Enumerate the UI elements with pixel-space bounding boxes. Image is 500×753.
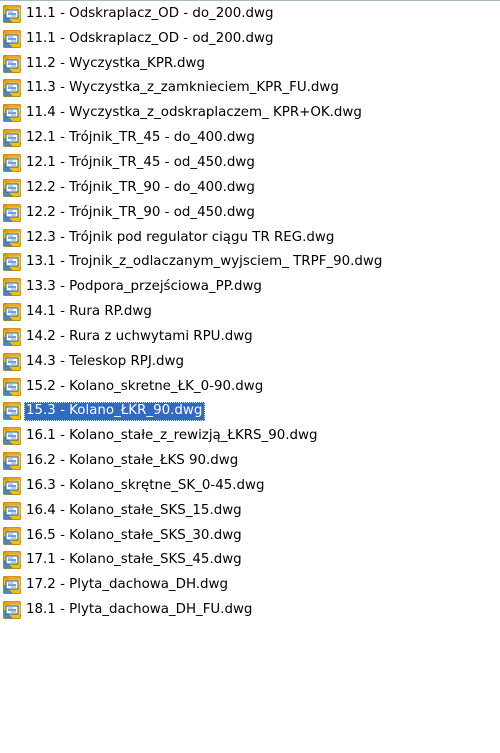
file-list-item[interactable]: 16.3 - Kolano_skrętne_SK_0-45.dwg xyxy=(0,474,500,499)
dwg-file-icon xyxy=(3,601,22,620)
file-name: 17.2 - Plyta_dachowa_DH.dwg xyxy=(26,577,228,593)
file-list-item[interactable]: 17.1 - Kolano_stałe_SKS_45.dwg xyxy=(0,549,500,574)
file-name: 14.1 - Rura RP.dwg xyxy=(26,304,152,320)
dwg-file-icon xyxy=(3,303,22,322)
dwg-file-icon xyxy=(3,129,22,148)
file-name: 13.3 - Podpora_przejściowa_PP.dwg xyxy=(26,279,262,295)
file-list-item[interactable]: 13.3 - Podpora_przejściowa_PP.dwg xyxy=(0,275,500,300)
file-name: 11.2 - Wyczystka_KPR.dwg xyxy=(26,55,205,71)
dwg-file-icon xyxy=(3,501,22,521)
file-name: 11.1 - Odskraplacz_OD - od_200.dwg xyxy=(26,30,274,46)
file-name: 16.4 - Kolano_stałe_SKS_15.dwg xyxy=(26,502,242,518)
file-list-item[interactable]: 11.3 - Wyczystka_z_zamknieciem_KPR_FU.dw… xyxy=(0,77,500,102)
dwg-file-icon xyxy=(3,576,22,595)
file-name: 16.1 - Kolano_stałe_z_rewizją_ŁKRS_90.dw… xyxy=(26,428,318,444)
file-list-item[interactable]: 11.1 - Odskraplacz_OD - od_200.dwg xyxy=(0,27,500,52)
dwg-file-icon xyxy=(3,476,22,496)
file-list-item[interactable]: 14.1 - Rura RP.dwg xyxy=(0,300,500,325)
file-list-item[interactable]: 16.4 - Kolano_stałe_SKS_15.dwg xyxy=(0,499,500,524)
dwg-file-icon xyxy=(3,551,22,570)
dwg-file-icon xyxy=(3,377,22,397)
file-list-item[interactable]: 16.1 - Kolano_stałe_z_rewizją_ŁKRS_90.dw… xyxy=(0,424,500,449)
file-name: 14.2 - Rura z uchwytami RPU.dwg xyxy=(26,328,253,344)
file-name: 12.1 - Trójnik_TR_45 - do_400.dwg xyxy=(26,130,255,146)
dwg-file-icon xyxy=(3,253,22,272)
file-list-item[interactable]: 12.2 - Trójnik_TR_90 - od_450.dwg xyxy=(0,201,500,226)
file-list-item[interactable]: 11.4 - Wyczystka_z_odskraplaczem_ KPR+OK… xyxy=(0,101,500,126)
dwg-file-icon xyxy=(3,54,22,74)
file-name: 16.2 - Kolano_stałe_ŁKS 90.dwg xyxy=(26,453,239,469)
file-list-item-selected[interactable]: 15.3 - Kolano_ŁKR_90.dwg xyxy=(0,400,500,425)
dwg-file-icon xyxy=(3,402,22,421)
file-list: 11.1 - Odskraplacz_OD - do_200.dwg 11.1 … xyxy=(0,2,500,623)
file-name: 11.3 - Wyczystka_z_zamknieciem_KPR_FU.dw… xyxy=(26,80,339,96)
file-list-item[interactable]: 14.3 - Teleskop RPJ.dwg xyxy=(0,350,500,375)
file-name: 15.2 - Kolano_skretne_ŁK_0-90.dwg xyxy=(26,378,264,394)
list-top-border xyxy=(0,0,500,1)
dwg-file-icon xyxy=(3,153,22,173)
file-name: 12.1 - Trójnik_TR_45 - od_450.dwg xyxy=(26,154,255,170)
file-name: 12.2 - Trójnik_TR_90 - do_400.dwg xyxy=(26,179,255,195)
file-name: 14.3 - Teleskop RPJ.dwg xyxy=(26,353,184,369)
file-list-item[interactable]: 13.1 - Trojnik_z_odlaczanym_wyjsciem_ TR… xyxy=(0,250,500,275)
file-name: 12.2 - Trójnik_TR_90 - od_450.dwg xyxy=(26,204,255,220)
file-list-item[interactable]: 12.2 - Trójnik_TR_90 - do_400.dwg xyxy=(0,176,500,201)
file-list-item[interactable]: 11.2 - Wyczystka_KPR.dwg xyxy=(0,52,500,77)
dwg-file-icon xyxy=(3,352,22,372)
dwg-file-icon xyxy=(3,203,22,223)
file-name: 13.1 - Trojnik_z_odlaczanym_wyjsciem_ TR… xyxy=(26,254,383,270)
dwg-file-icon xyxy=(3,228,22,248)
file-list-item[interactable]: 11.1 - Odskraplacz_OD - do_200.dwg xyxy=(0,2,500,27)
file-name: 12.3 - Trójnik pod regulator ciągu TR RE… xyxy=(26,229,335,245)
file-list-item[interactable]: 18.1 - Plyta_dachowa_DH_FU.dwg xyxy=(0,598,500,623)
dwg-file-icon xyxy=(3,427,22,446)
dwg-file-icon xyxy=(3,178,22,198)
file-list-item[interactable]: 14.2 - Rura z uchwytami RPU.dwg xyxy=(0,325,500,350)
dwg-file-icon xyxy=(3,104,22,123)
dwg-file-icon xyxy=(3,327,22,347)
file-list-item[interactable]: 12.1 - Trójnik_TR_45 - do_400.dwg xyxy=(0,126,500,151)
file-name: 16.3 - Kolano_skrętne_SK_0-45.dwg xyxy=(26,477,265,493)
file-name: 17.1 - Kolano_stałe_SKS_45.dwg xyxy=(26,552,242,568)
dwg-file-icon xyxy=(3,29,22,49)
file-list-item[interactable]: 15.2 - Kolano_skretne_ŁK_0-90.dwg xyxy=(0,375,500,400)
dwg-file-icon xyxy=(3,4,22,24)
dwg-file-icon xyxy=(3,526,22,546)
file-list-item[interactable]: 12.1 - Trójnik_TR_45 - od_450.dwg xyxy=(0,151,500,176)
file-list-item[interactable]: 16.2 - Kolano_stałe_ŁKS 90.dwg xyxy=(0,449,500,474)
file-name: 18.1 - Plyta_dachowa_DH_FU.dwg xyxy=(26,602,253,618)
file-list-item[interactable]: 17.2 - Plyta_dachowa_DH.dwg xyxy=(0,573,500,598)
dwg-file-icon xyxy=(3,278,22,297)
dwg-file-icon xyxy=(3,452,22,471)
file-list-item[interactable]: 12.3 - Trójnik pod regulator ciągu TR RE… xyxy=(0,226,500,251)
file-name: 16.5 - Kolano_stałe_SKS_30.dwg xyxy=(26,527,242,543)
file-name: 15.3 - Kolano_ŁKR_90.dwg xyxy=(24,402,206,422)
file-name: 11.4 - Wyczystka_z_odskraplaczem_ KPR+OK… xyxy=(26,105,362,121)
file-name: 11.1 - Odskraplacz_OD - do_200.dwg xyxy=(26,5,274,21)
dwg-file-icon xyxy=(3,79,22,98)
file-list-item[interactable]: 16.5 - Kolano_stałe_SKS_30.dwg xyxy=(0,524,500,549)
